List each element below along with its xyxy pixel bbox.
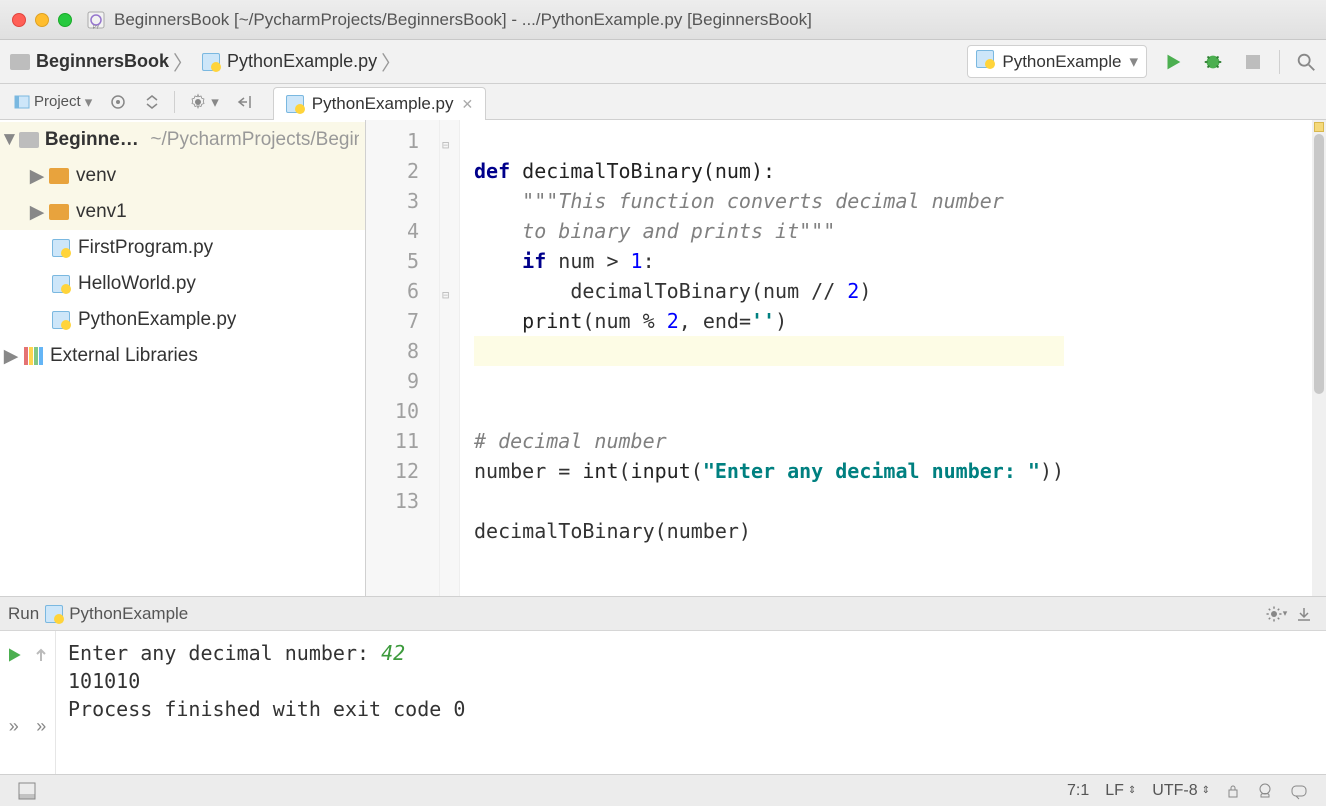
scroll-from-source-button[interactable] [104, 90, 132, 114]
scrollbar-thumb[interactable] [1314, 134, 1324, 394]
more-button-1[interactable]: » [0, 703, 28, 751]
search-button[interactable] [1292, 48, 1320, 76]
collapse-arrow-icon: ▶ [0, 345, 22, 368]
editor-scrollbar[interactable] [1312, 120, 1326, 596]
breadcrumb-project[interactable]: BeginnersBook 〉 [6, 43, 197, 80]
run-button[interactable] [1159, 48, 1187, 76]
hide-button[interactable] [231, 90, 259, 114]
run-output[interactable]: Enter any decimal number: 42 101010 Proc… [56, 631, 1326, 774]
breadcrumb-file[interactable]: PythonExample.py 〉 [197, 43, 405, 80]
line-number-gutter: 12345678910111213 [366, 120, 440, 596]
editor-tab[interactable]: PythonExample.py ✕ [273, 87, 486, 120]
close-window-button[interactable] [12, 13, 26, 27]
collapse-all-button[interactable] [138, 90, 166, 114]
expand-arrow-icon: ▼ [0, 129, 19, 151]
project-view-selector[interactable]: Project▾ [8, 89, 98, 115]
encoding[interactable]: UTF-8⇕ [1152, 782, 1210, 800]
app-icon: PY [86, 10, 106, 30]
python-file-icon [45, 605, 63, 623]
tree-item-firstprogram[interactable]: FirstProgram.py [0, 230, 365, 266]
settings-button[interactable]: ▾ [183, 89, 225, 115]
run-settings-button[interactable]: ▾ [1262, 600, 1290, 628]
notifications-icon[interactable] [1290, 782, 1308, 800]
minimize-window-button[interactable] [35, 13, 49, 27]
window-controls [12, 13, 72, 27]
navbar: BeginnersBook 〉 PythonExample.py 〉 Pytho… [0, 40, 1326, 84]
chevron-right-icon: 〉 [173, 47, 193, 76]
lock-icon[interactable] [1226, 784, 1240, 798]
chevron-down-icon: ▾ [1129, 52, 1138, 72]
run-title-prefix: Run [8, 604, 39, 624]
project-label: Project [34, 93, 81, 110]
tree-item-helloworld[interactable]: HelloWorld.py [0, 266, 365, 302]
fold-end-icon[interactable]: ⊟ [442, 280, 449, 310]
chevron-right-icon: 〉 [381, 47, 401, 76]
project-icon [14, 94, 30, 110]
export-button[interactable] [1290, 600, 1318, 628]
project-sidebar: ▼ BeginnersBook ~/PycharmProjects/Beginn… [0, 120, 366, 596]
titlebar: PY BeginnersBook [~/PycharmProjects/Begi… [0, 0, 1326, 40]
code-content[interactable]: def decimalToBinary(num): """This functi… [460, 120, 1064, 596]
close-tab-button[interactable]: ✕ [462, 96, 474, 113]
rerun-button[interactable] [0, 631, 28, 679]
debug-button[interactable] [1199, 48, 1227, 76]
svg-text:PY: PY [93, 25, 100, 30]
run-config-label: PythonExample [1002, 52, 1121, 72]
run-config-selector[interactable]: PythonExample ▾ [967, 45, 1147, 78]
collapse-arrow-icon: ▶ [26, 201, 48, 224]
tree-item-venv1[interactable]: ▶ venv1 [0, 194, 365, 230]
project-toolbar: Project▾ ▾ PythonExample.py ✕ [0, 84, 1326, 120]
editor-tab-label: PythonExample.py [312, 94, 454, 114]
run-header: Run PythonExample ▾ [0, 597, 1326, 631]
maximize-window-button[interactable] [58, 13, 72, 27]
up-arrow-button[interactable] [28, 631, 56, 679]
breadcrumb-file-label: PythonExample.py [227, 51, 377, 72]
stop-button[interactable] [1239, 48, 1267, 76]
tree-item-venv[interactable]: ▶ venv [0, 158, 365, 194]
status-bar: 7:1 LF⇕ UTF-8⇕ [0, 774, 1326, 806]
warning-marker[interactable] [1314, 122, 1324, 132]
code-editor[interactable]: 12345678910111213 ⊟ ⊟ def decimalToBinar… [366, 120, 1326, 596]
tree-root-label: BeginnersBook [45, 129, 145, 151]
fold-start-icon[interactable]: ⊟ [442, 130, 449, 160]
tree-root-path: ~/PycharmProjects/BeginnersBook [150, 129, 359, 151]
more-button-2[interactable]: » [28, 703, 56, 751]
cursor-position[interactable]: 7:1 [1067, 782, 1089, 800]
collapse-arrow-icon: ▶ [26, 165, 48, 188]
python-file-icon [286, 95, 304, 113]
tree-item-pythonexample[interactable]: PythonExample.py [0, 302, 365, 338]
tree-root[interactable]: ▼ BeginnersBook ~/PycharmProjects/Beginn… [0, 122, 365, 158]
line-ending[interactable]: LF⇕ [1105, 782, 1136, 800]
run-action-gutter: » » [0, 631, 56, 774]
breadcrumb-project-label: BeginnersBook [36, 51, 169, 72]
run-tool-window: Run PythonExample ▾ » » Enter any decima… [0, 596, 1326, 774]
tree-external-libraries[interactable]: ▶ External Libraries [0, 338, 365, 374]
window-title: BeginnersBook [~/PycharmProjects/Beginne… [114, 10, 812, 30]
breadcrumb: BeginnersBook 〉 PythonExample.py 〉 [6, 43, 967, 80]
inspector-icon[interactable] [1256, 782, 1274, 800]
tool-windows-button[interactable] [18, 782, 36, 800]
run-title-name: PythonExample [69, 604, 188, 624]
fold-gutter: ⊟ ⊟ [440, 120, 460, 596]
